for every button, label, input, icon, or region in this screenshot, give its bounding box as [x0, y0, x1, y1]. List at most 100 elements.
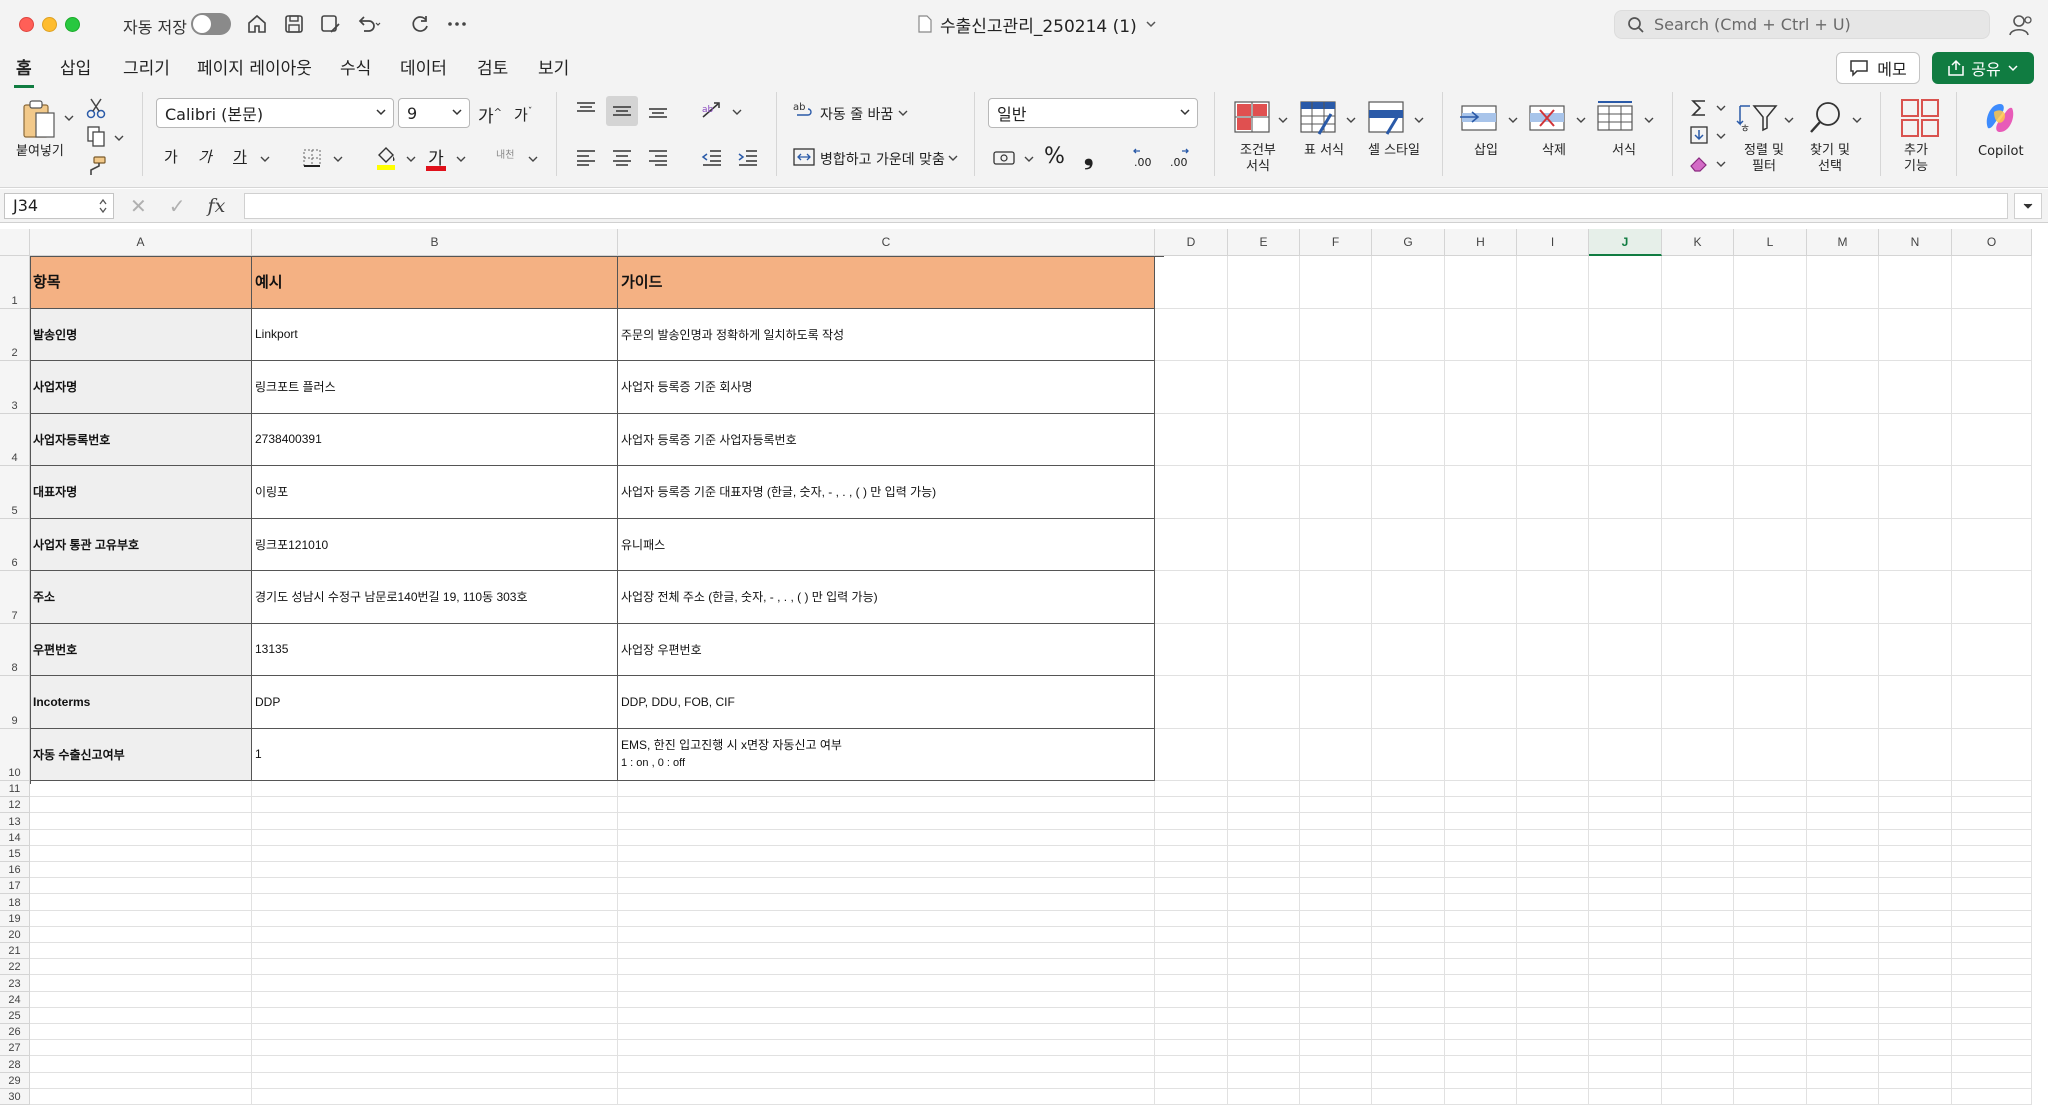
- cell-b6[interactable]: 링크포121010: [252, 518, 618, 571]
- cell-h14[interactable]: [1445, 829, 1517, 846]
- cell-j19[interactable]: [1589, 910, 1662, 927]
- cell-m29[interactable]: [1807, 1072, 1879, 1089]
- phonetic-dropdown-icon[interactable]: [528, 155, 538, 163]
- cell-m26[interactable]: [1807, 1024, 1879, 1041]
- cell-h28[interactable]: [1445, 1056, 1517, 1073]
- tab-page-layout[interactable]: 페이지 레이아웃: [195, 54, 314, 85]
- row-header-10[interactable]: 10: [0, 728, 30, 781]
- delete-cells-dropdown-icon[interactable]: [1576, 116, 1586, 124]
- cell-d1[interactable]: [1155, 256, 1228, 309]
- cell-c12[interactable]: [618, 797, 1155, 814]
- cell-l18[interactable]: [1734, 894, 1807, 911]
- cell-e6[interactable]: [1228, 518, 1300, 571]
- cell-d18[interactable]: [1155, 894, 1228, 911]
- cell-f21[interactable]: [1300, 943, 1372, 960]
- cell-i30[interactable]: [1517, 1088, 1589, 1105]
- orientation-dropdown-icon[interactable]: [732, 108, 742, 116]
- wrap-text-label[interactable]: 자동 줄 바꿈: [820, 104, 893, 124]
- cell-n16[interactable]: [1879, 862, 1952, 879]
- row-header-5[interactable]: 5: [0, 466, 30, 519]
- comma-button[interactable]: ❟: [1084, 142, 1093, 170]
- document-title[interactable]: 수출신고관리_250214 (1): [918, 11, 1157, 37]
- cell-d27[interactable]: [1155, 1040, 1228, 1057]
- cell-a3[interactable]: 사업자명: [30, 361, 252, 414]
- cell-i24[interactable]: [1517, 991, 1589, 1008]
- cell-o25[interactable]: [1952, 1007, 2032, 1024]
- cell-a27[interactable]: [30, 1040, 252, 1057]
- cell-l6[interactable]: [1734, 518, 1807, 571]
- copy-dropdown-icon[interactable]: [114, 134, 124, 142]
- cell-c21[interactable]: [618, 943, 1155, 960]
- cell-d4[interactable]: [1155, 413, 1228, 466]
- cell-j11[interactable]: [1589, 781, 1662, 798]
- cell-b10[interactable]: 1: [252, 728, 618, 781]
- cell-n29[interactable]: [1879, 1072, 1952, 1089]
- cell-a21[interactable]: [30, 943, 252, 960]
- cell-n4[interactable]: [1879, 413, 1952, 466]
- cell-b22[interactable]: [252, 959, 618, 976]
- cell-k11[interactable]: [1662, 781, 1734, 798]
- cell-f8[interactable]: [1300, 623, 1372, 676]
- cell-j16[interactable]: [1589, 862, 1662, 879]
- fill-down-icon[interactable]: [1688, 124, 1710, 146]
- cell-i17[interactable]: [1517, 878, 1589, 895]
- cell-b25[interactable]: [252, 1007, 618, 1024]
- row-header-2[interactable]: 2: [0, 308, 30, 361]
- cell-h5[interactable]: [1445, 466, 1517, 519]
- cell-o11[interactable]: [1952, 781, 2032, 798]
- cell-a19[interactable]: [30, 910, 252, 927]
- cell-f30[interactable]: [1300, 1088, 1372, 1105]
- cell-e13[interactable]: [1228, 813, 1300, 830]
- cell-h23[interactable]: [1445, 975, 1517, 992]
- cell-n15[interactable]: [1879, 845, 1952, 862]
- cell-g16[interactable]: [1372, 862, 1445, 879]
- cell-g19[interactable]: [1372, 910, 1445, 927]
- cell-g8[interactable]: [1372, 623, 1445, 676]
- cell-o18[interactable]: [1952, 894, 2032, 911]
- cell-o7[interactable]: [1952, 571, 2032, 624]
- cell-b16[interactable]: [252, 862, 618, 879]
- cell-a26[interactable]: [30, 1024, 252, 1041]
- row-header-20[interactable]: 20: [0, 926, 30, 943]
- cell-a5[interactable]: 대표자명: [30, 466, 252, 519]
- cell-n30[interactable]: [1879, 1088, 1952, 1105]
- cell-n27[interactable]: [1879, 1040, 1952, 1057]
- format-painter-icon[interactable]: [84, 154, 108, 178]
- cell-d2[interactable]: [1155, 308, 1228, 361]
- cell-i21[interactable]: [1517, 943, 1589, 960]
- cell-o16[interactable]: [1952, 862, 2032, 879]
- cell-j21[interactable]: [1589, 943, 1662, 960]
- cell-o26[interactable]: [1952, 1024, 2032, 1041]
- cell-j4[interactable]: [1589, 413, 1662, 466]
- cell-h16[interactable]: [1445, 862, 1517, 879]
- cell-k18[interactable]: [1662, 894, 1734, 911]
- row-header-21[interactable]: 21: [0, 943, 30, 960]
- cell-a16[interactable]: [30, 862, 252, 879]
- row-header-8[interactable]: 8: [0, 623, 30, 676]
- cell-h19[interactable]: [1445, 910, 1517, 927]
- cell-n8[interactable]: [1879, 623, 1952, 676]
- cell-o19[interactable]: [1952, 910, 2032, 927]
- cell-d9[interactable]: [1155, 676, 1228, 729]
- cell-k26[interactable]: [1662, 1024, 1734, 1041]
- cell-f1[interactable]: [1300, 256, 1372, 309]
- cell-l30[interactable]: [1734, 1088, 1807, 1105]
- cell-n26[interactable]: [1879, 1024, 1952, 1041]
- cell-i5[interactable]: [1517, 466, 1589, 519]
- cell-n11[interactable]: [1879, 781, 1952, 798]
- cell-h4[interactable]: [1445, 413, 1517, 466]
- cell-l28[interactable]: [1734, 1056, 1807, 1073]
- copy-icon[interactable]: [84, 124, 108, 148]
- cell-d5[interactable]: [1155, 466, 1228, 519]
- italic-button[interactable]: 가: [198, 146, 212, 167]
- cell-c26[interactable]: [618, 1024, 1155, 1041]
- cell-f2[interactable]: [1300, 308, 1372, 361]
- row-header-25[interactable]: 25: [0, 1007, 30, 1024]
- cell-l7[interactable]: [1734, 571, 1807, 624]
- row-header-16[interactable]: 16: [0, 862, 30, 879]
- cell-j17[interactable]: [1589, 878, 1662, 895]
- cell-a17[interactable]: [30, 878, 252, 895]
- cell-e17[interactable]: [1228, 878, 1300, 895]
- confirm-formula-icon[interactable]: ✓: [169, 194, 186, 218]
- cell-d7[interactable]: [1155, 571, 1228, 624]
